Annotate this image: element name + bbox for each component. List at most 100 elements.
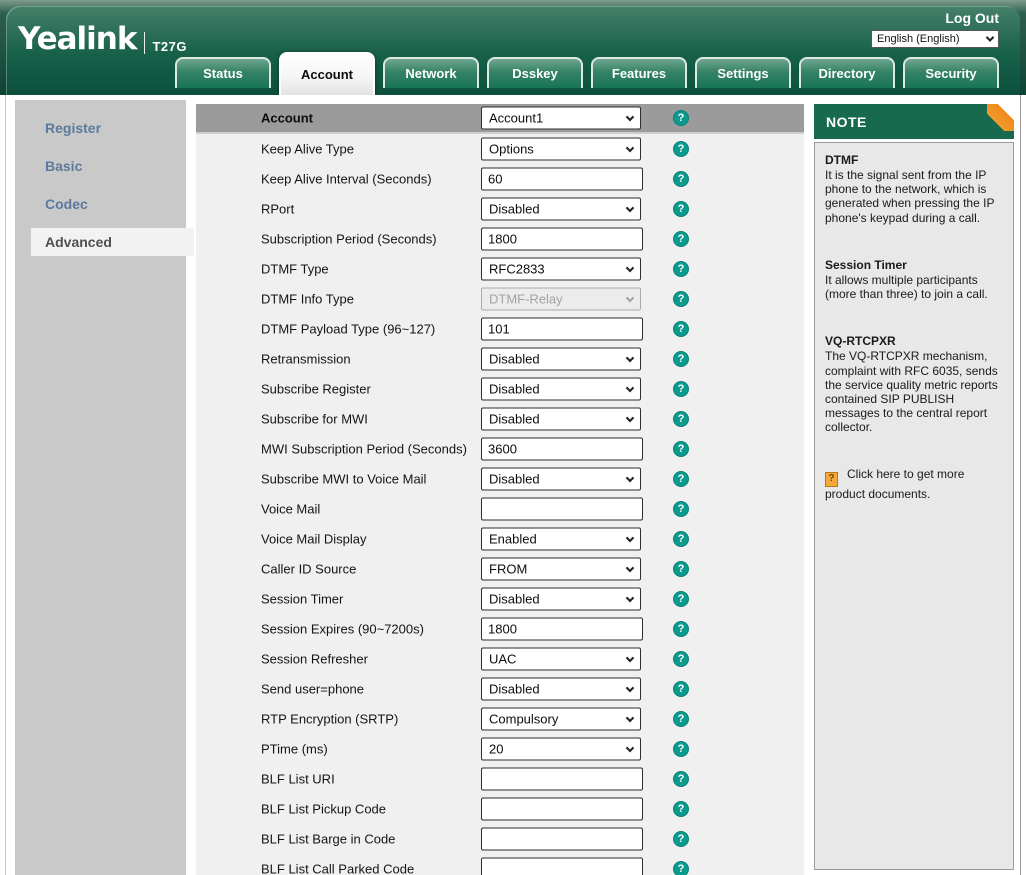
voice-mail-input[interactable] [481, 498, 643, 521]
help-icon[interactable]: ? [673, 861, 689, 875]
tab-dsskey[interactable]: Dsskey [487, 57, 583, 88]
help-icon[interactable]: ? [673, 621, 689, 637]
help-icon[interactable]: ? [673, 531, 689, 547]
note-footer-link[interactable]: Click here to get more product documents… [825, 467, 964, 500]
field-label-caller-id-source: Caller ID Source [261, 562, 479, 577]
sidebar-item-advanced[interactable]: Advanced [15, 223, 186, 261]
help-icon[interactable]: ? [673, 291, 689, 307]
page-root: Yealink T27G Log Out English (English) S… [0, 0, 1026, 875]
note-section-heading: Session Timer [825, 258, 1005, 272]
blf-list-call-parked-code-input[interactable] [481, 858, 643, 875]
help-icon[interactable]: ? [673, 771, 689, 787]
help-doc-icon[interactable]: ? [825, 472, 838, 487]
send-user-phone-select-value: Disabled [489, 682, 540, 697]
send-user-phone-select[interactable]: Disabled [481, 678, 641, 701]
ptime-select-value: 20 [489, 742, 503, 757]
help-icon[interactable]: ? [673, 681, 689, 697]
subscribe-for-mwi-select[interactable]: Disabled [481, 408, 641, 431]
dtmf-type-select-value: RFC2833 [489, 262, 545, 277]
tab-security[interactable]: Security [903, 57, 999, 88]
chevron-down-icon [986, 33, 994, 41]
help-icon[interactable]: ? [673, 351, 689, 367]
help-icon[interactable]: ? [673, 171, 689, 187]
tab-network[interactable]: Network [383, 57, 479, 88]
help-icon[interactable]: ? [673, 591, 689, 607]
note-title: NOTE [826, 114, 867, 130]
subscribe-register-select-value: Disabled [489, 382, 540, 397]
help-icon[interactable]: ? [673, 381, 689, 397]
field-label-blf-list-uri: BLF List URI [261, 772, 479, 787]
keep-alive-interval-input[interactable] [481, 168, 643, 191]
help-icon[interactable]: ? [673, 801, 689, 817]
blf-list-barge-in-code-input[interactable] [481, 828, 643, 851]
tab-status[interactable]: Status [175, 57, 271, 88]
subscribe-mwi-to-voice-mail-select-value: Disabled [489, 472, 540, 487]
blf-list-uri-input[interactable] [481, 768, 643, 791]
chevron-down-icon [626, 533, 634, 541]
field-label-mwi-subscription-period: MWI Subscription Period (Seconds) [261, 442, 479, 457]
form-row-blf-list-barge-in-code: BLF List Barge in Code? [196, 824, 804, 854]
help-icon[interactable]: ? [673, 411, 689, 427]
help-icon[interactable]: ? [673, 471, 689, 487]
account-select[interactable]: Account1 [481, 107, 641, 130]
help-icon[interactable]: ? [673, 441, 689, 457]
form-row-dtmf-type: DTMF TypeRFC2833? [196, 254, 804, 284]
mwi-subscription-period-input[interactable] [481, 438, 643, 461]
help-icon[interactable]: ? [673, 711, 689, 727]
sidebar-item-basic[interactable]: Basic [15, 147, 186, 185]
top-header: Yealink T27G Log Out English (English) S… [0, 0, 1026, 95]
session-expires-input[interactable] [481, 618, 643, 641]
subscription-period-input[interactable] [481, 228, 643, 251]
help-icon[interactable]: ? [673, 651, 689, 667]
blf-list-pickup-code-input[interactable] [481, 798, 643, 821]
voice-mail-display-select[interactable]: Enabled [481, 528, 641, 551]
field-control-rport: Disabled [481, 198, 641, 221]
retransmission-select[interactable]: Disabled [481, 348, 641, 371]
caller-id-source-select[interactable]: FROM [481, 558, 641, 581]
dtmf-type-select[interactable]: RFC2833 [481, 258, 641, 281]
help-icon[interactable]: ? [673, 561, 689, 577]
ptime-select[interactable]: 20 [481, 738, 641, 761]
field-label-ptime: PTime (ms) [261, 742, 479, 757]
help-icon[interactable]: ? [673, 110, 689, 126]
dtmf-payload-type-input[interactable] [481, 318, 643, 341]
help-icon[interactable]: ? [673, 741, 689, 757]
help-icon[interactable]: ? [673, 231, 689, 247]
rport-select[interactable]: Disabled [481, 198, 641, 221]
chevron-down-icon [626, 143, 634, 151]
help-icon[interactable]: ? [673, 321, 689, 337]
field-label-dtmf-payload-type: DTMF Payload Type (96~127) [261, 322, 479, 337]
note-sections: DTMFIt is the signal sent from the IP ph… [825, 153, 1005, 434]
help-icon[interactable]: ? [673, 501, 689, 517]
tab-account[interactable]: Account [279, 52, 375, 95]
form-row-rtp-encryption-srtp: RTP Encryption (SRTP)Compulsory? [196, 704, 804, 734]
subscribe-register-select[interactable]: Disabled [481, 378, 641, 401]
tab-settings[interactable]: Settings [695, 57, 791, 88]
chevron-down-icon [626, 413, 634, 421]
tab-directory[interactable]: Directory [799, 57, 895, 88]
tab-features[interactable]: Features [591, 57, 687, 88]
session-timer-select[interactable]: Disabled [481, 588, 641, 611]
form-row-blf-list-pickup-code: BLF List Pickup Code? [196, 794, 804, 824]
sidebar-item-register[interactable]: Register [15, 109, 186, 147]
help-icon[interactable]: ? [673, 261, 689, 277]
chevron-down-icon [626, 293, 634, 301]
brand-text: Yealink [18, 24, 136, 55]
main-tabs: Status Account Network Dsskey Features Settin… [175, 52, 999, 95]
help-icon[interactable]: ? [673, 201, 689, 217]
note-header: NOTE [814, 104, 1014, 139]
language-select[interactable]: English (English) [871, 30, 999, 48]
sidebar-item-label: Basic [45, 158, 82, 174]
caller-id-source-select-value: FROM [489, 562, 527, 577]
sidebar-item-codec[interactable]: Codec [15, 185, 186, 223]
session-refresher-select[interactable]: UAC [481, 648, 641, 671]
form-row-dtmf-info-type: DTMF Info TypeDTMF-Relay? [196, 284, 804, 314]
rtp-encryption-srtp-select[interactable]: Compulsory [481, 708, 641, 731]
field-label-session-expires: Session Expires (90~7200s) [261, 622, 479, 637]
help-icon[interactable]: ? [673, 831, 689, 847]
form-row-caller-id-source: Caller ID Source FROM? [196, 554, 804, 584]
help-icon[interactable]: ? [673, 141, 689, 157]
keep-alive-type-select[interactable]: Options [481, 138, 641, 161]
subscribe-mwi-to-voice-mail-select[interactable]: Disabled [481, 468, 641, 491]
logout-link[interactable]: Log Out [945, 10, 999, 26]
